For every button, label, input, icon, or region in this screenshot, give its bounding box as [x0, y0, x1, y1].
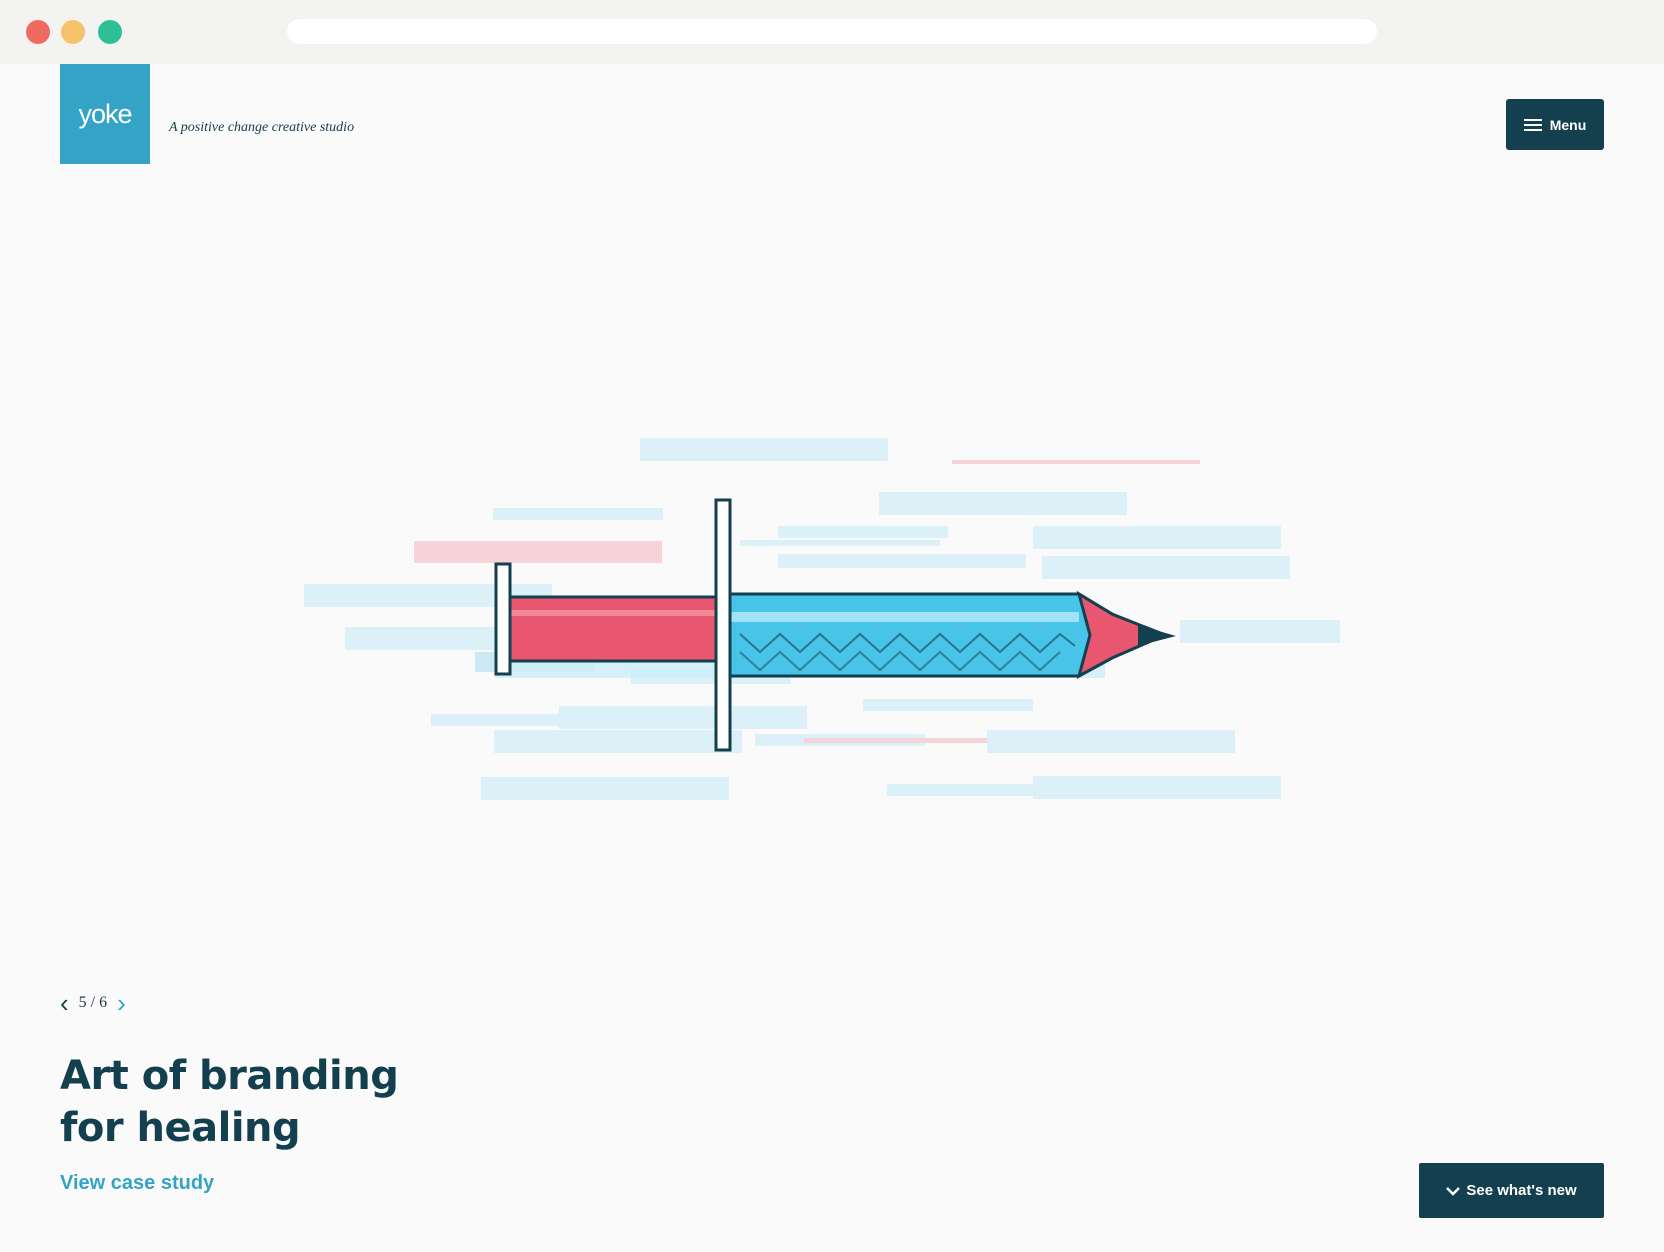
slide-pager: ‹ 5 / 6 ›	[60, 988, 126, 1018]
tagline: A positive change creative studio	[169, 120, 355, 135]
slide-counter: 5 / 6	[78, 994, 108, 1011]
see-whats-new-label: See what's new	[1466, 1182, 1577, 1199]
menu-button[interactable]: Menu	[1506, 99, 1604, 150]
page: yoke A positive change creative studio M…	[0, 64, 1664, 1252]
menu-label: Menu	[1549, 116, 1587, 133]
yoke-logo[interactable]: yoke	[60, 64, 150, 164]
slide-title-line-2: for healing	[60, 1105, 301, 1151]
browser-chrome	[0, 0, 1664, 64]
logo-text: yoke	[78, 98, 132, 129]
close-window-button[interactable]	[26, 20, 50, 44]
syringe-pencil-illustration	[304, 438, 1340, 800]
prev-slide-chevron-left-icon[interactable]: ‹	[60, 990, 69, 1016]
chevron-down-icon	[1446, 1186, 1461, 1196]
slide-title-line-1: Art of branding	[60, 1053, 399, 1099]
see-whats-new-button[interactable]: See what's new	[1419, 1163, 1604, 1218]
view-case-study-link[interactable]: View case study	[60, 1172, 214, 1195]
slide-title: Art of branding for healing	[60, 1050, 580, 1154]
minimize-window-button[interactable]	[61, 20, 85, 44]
address-bar[interactable]	[287, 19, 1377, 44]
hamburger-icon	[1523, 118, 1542, 131]
next-slide-chevron-right-icon[interactable]: ›	[117, 990, 126, 1016]
maximize-window-button[interactable]	[98, 20, 122, 44]
